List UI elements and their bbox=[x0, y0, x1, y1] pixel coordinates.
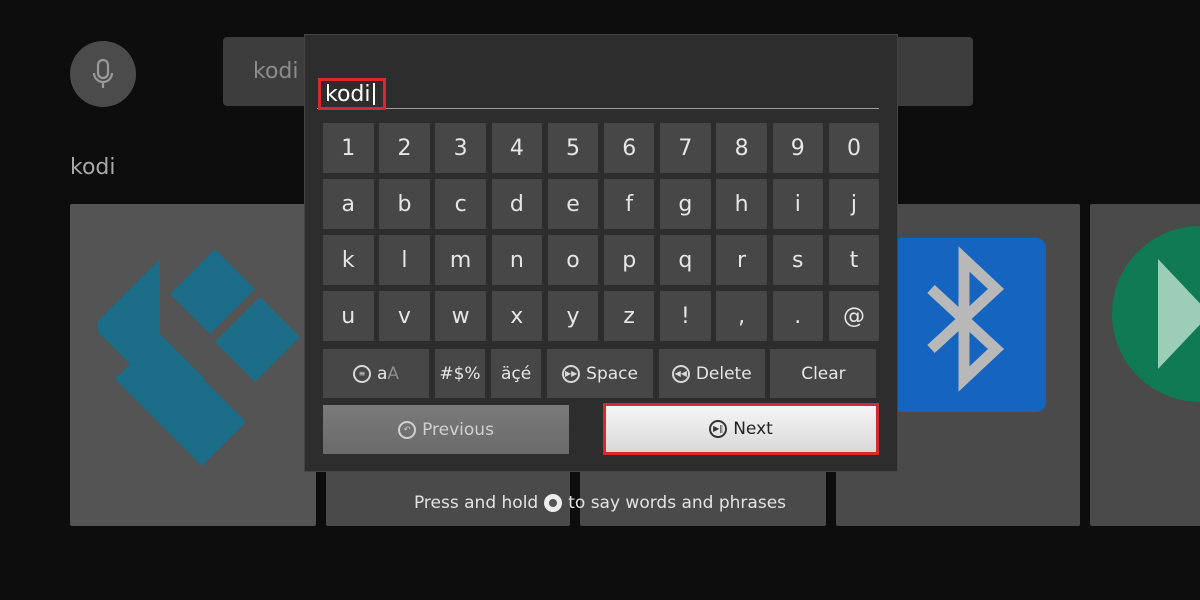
key-35[interactable]: z bbox=[603, 291, 655, 341]
next-label: Next bbox=[733, 419, 773, 439]
key-2[interactable]: 3 bbox=[435, 123, 486, 173]
microphone-icon bbox=[92, 58, 114, 88]
voice-button-icon bbox=[544, 494, 563, 512]
key-9[interactable]: 0 bbox=[828, 123, 880, 173]
keyboard-input-field[interactable]: kodi bbox=[317, 77, 879, 110]
key-3[interactable]: 4 bbox=[491, 123, 543, 173]
key-20[interactable]: k bbox=[323, 235, 374, 285]
key-19[interactable]: j bbox=[828, 179, 880, 229]
symbols-key[interactable]: #$% bbox=[434, 349, 486, 398]
key-31[interactable]: v bbox=[379, 291, 430, 341]
key-15[interactable]: f bbox=[603, 179, 655, 229]
case-toggle-key[interactable]: ≡ aA bbox=[323, 349, 429, 398]
key-22[interactable]: m bbox=[435, 235, 486, 285]
navigation-row: ↶ Previous ▶‖ Next bbox=[323, 403, 880, 455]
key-5[interactable]: 6 bbox=[603, 123, 655, 173]
key-32[interactable]: w bbox=[435, 291, 486, 341]
function-key-row: ≡ aA #$% äçé ▶▶ Space ◀◀ Delete Clear bbox=[323, 349, 880, 398]
case-small-label: a bbox=[376, 363, 388, 384]
accents-key[interactable]: äçé bbox=[490, 349, 542, 398]
key-12[interactable]: c bbox=[435, 179, 486, 229]
search-query: kodi bbox=[253, 59, 299, 84]
key-grid: 1 2 3 4 5 6 7 8 9 0 a b c d e f g h i j k l m n o p q r s t u v w x y z!,. @ bbox=[323, 123, 880, 341]
key-11[interactable]: b bbox=[379, 179, 430, 229]
voice-hint-before: Press and hold bbox=[413, 493, 539, 513]
key-13[interactable]: d bbox=[491, 179, 543, 229]
key-29[interactable]: t bbox=[828, 235, 880, 285]
play-pause-icon: ▶‖ bbox=[709, 420, 728, 438]
delete-key[interactable]: ◀◀ Delete bbox=[658, 349, 765, 398]
key-38[interactable]: . bbox=[772, 291, 823, 341]
menu-icon: ≡ bbox=[352, 364, 371, 383]
text-caret bbox=[372, 83, 375, 105]
kodi-logo-icon bbox=[98, 249, 300, 466]
key-17[interactable]: h bbox=[716, 179, 767, 229]
results-heading: kodi bbox=[70, 155, 116, 180]
key-33[interactable]: x bbox=[491, 291, 543, 341]
key-36[interactable]: ! bbox=[660, 291, 711, 341]
input-highlight-box: kodi bbox=[318, 78, 386, 110]
voice-hint-after: to say words and phrases bbox=[568, 493, 787, 513]
previous-label: Previous bbox=[422, 419, 494, 440]
player-app-tile[interactable] bbox=[1090, 204, 1200, 526]
key-24[interactable]: o bbox=[547, 235, 599, 285]
key-23[interactable]: n bbox=[491, 235, 543, 285]
fast-forward-icon: ▶▶ bbox=[562, 364, 581, 383]
key-18[interactable]: i bbox=[772, 179, 823, 229]
key-6[interactable]: 7 bbox=[660, 123, 711, 173]
key-8[interactable]: 9 bbox=[772, 123, 823, 173]
kodi-app-tile[interactable] bbox=[70, 204, 316, 526]
key-4[interactable]: 5 bbox=[547, 123, 599, 173]
space-key[interactable]: ▶▶ Space bbox=[547, 349, 654, 398]
keyboard-input-value: kodi bbox=[325, 81, 371, 107]
key-16[interactable]: g bbox=[660, 179, 711, 229]
key-0[interactable]: 1 bbox=[323, 123, 374, 173]
key-34[interactable]: y bbox=[547, 291, 599, 341]
key-28[interactable]: s bbox=[772, 235, 823, 285]
key-7[interactable]: 8 bbox=[716, 123, 767, 173]
key-26[interactable]: q bbox=[660, 235, 711, 285]
key-1[interactable]: 2 bbox=[379, 123, 430, 173]
rewind-icon: ◀◀ bbox=[671, 364, 690, 383]
key-27[interactable]: r bbox=[716, 235, 767, 285]
delete-label: Delete bbox=[695, 363, 752, 384]
key-10[interactable]: a bbox=[323, 179, 374, 229]
key-39[interactable]: @ bbox=[828, 291, 880, 341]
next-button[interactable]: ▶‖ Next bbox=[603, 403, 879, 455]
key-30[interactable]: u bbox=[323, 291, 374, 341]
clear-key[interactable]: Clear bbox=[770, 349, 877, 398]
keyboard-panel: kodi 1234567890abcdefghijklmnopqrstuvwxy… bbox=[304, 34, 898, 472]
space-label: Space bbox=[586, 363, 638, 384]
microphone-button[interactable] bbox=[70, 41, 136, 107]
key-37[interactable]: , bbox=[716, 291, 767, 341]
case-big-label: A bbox=[387, 363, 400, 384]
voice-hint: Press and hold to say words and phrases bbox=[0, 493, 1200, 513]
key-21[interactable]: l bbox=[379, 235, 430, 285]
key-25[interactable]: p bbox=[603, 235, 655, 285]
key-14[interactable]: e bbox=[547, 179, 599, 229]
previous-button[interactable]: ↶ Previous bbox=[323, 405, 569, 454]
play-logo-icon bbox=[1112, 226, 1200, 402]
back-icon: ↶ bbox=[398, 420, 417, 439]
